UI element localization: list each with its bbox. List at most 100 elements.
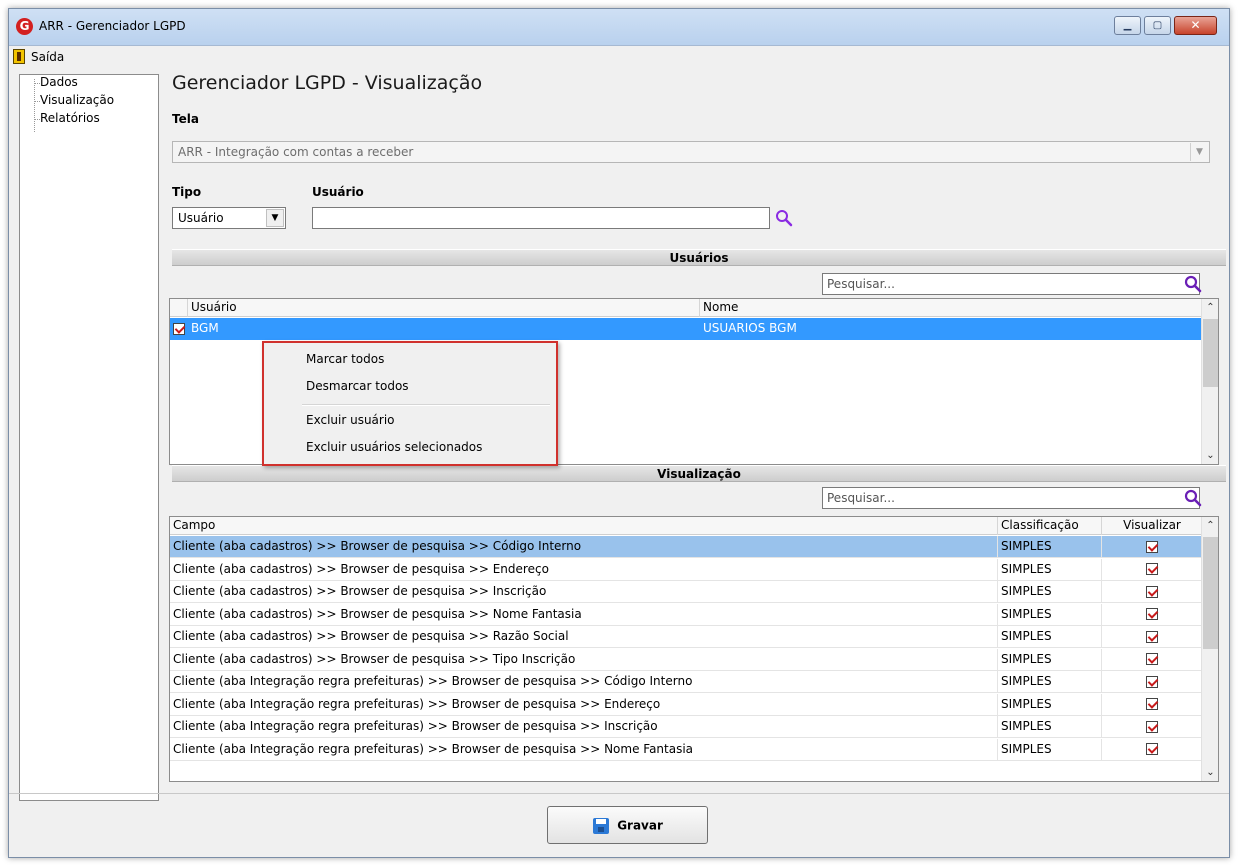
users-section-header: Usuários xyxy=(172,249,1226,266)
header-classificacao[interactable]: Classificação xyxy=(998,517,1102,535)
visualizar-checkbox[interactable] xyxy=(1146,653,1158,665)
exit-door-icon[interactable] xyxy=(13,49,25,64)
header-check-col xyxy=(170,299,188,317)
visualizar-checkbox[interactable] xyxy=(1146,720,1158,733)
menu-item-unmark-all[interactable]: Desmarcar todos xyxy=(306,379,409,393)
cell-classificacao: SIMPLES xyxy=(998,738,1102,761)
scroll-thumb[interactable] xyxy=(1203,319,1218,387)
header-visualizar[interactable]: Visualizar xyxy=(1102,517,1203,535)
menu-item-exit[interactable]: Saída xyxy=(31,50,64,64)
page-title: Gerenciador LGPD - Visualização xyxy=(172,72,483,94)
cell-visualizar[interactable] xyxy=(1102,581,1203,603)
cell-usuario: BGM xyxy=(188,318,700,340)
cell-campo: Cliente (aba Integração regra prefeitura… xyxy=(170,693,998,716)
table-row[interactable]: Cliente (aba cadastros) >> Browser de pe… xyxy=(170,648,1203,671)
cell-visualizar[interactable] xyxy=(1102,536,1203,558)
table-row[interactable]: Cliente (aba Integração regra prefeitura… xyxy=(170,716,1203,738)
visualizar-checkbox[interactable] xyxy=(1146,698,1158,710)
app-logo-icon: G xyxy=(16,18,33,35)
visualizar-checkbox[interactable] xyxy=(1146,563,1158,575)
cell-campo: Cliente (aba cadastros) >> Browser de pe… xyxy=(170,626,998,648)
cell-visualizar[interactable] xyxy=(1102,558,1203,581)
menu-separator xyxy=(302,404,550,406)
save-button[interactable]: Gravar xyxy=(547,806,708,844)
scroll-up-icon[interactable]: ⌃ xyxy=(1202,517,1218,534)
visualizar-checkbox[interactable] xyxy=(1146,608,1158,620)
scroll-down-icon[interactable]: ⌄ xyxy=(1202,447,1218,464)
header-usuario[interactable]: Usuário xyxy=(188,299,700,317)
app-window: G ARR - Gerenciador LGPD ▁ ▢ ✕ Saída Dad… xyxy=(8,8,1230,858)
tipo-select-value: Usuário xyxy=(178,211,224,225)
users-scrollbar[interactable]: ⌃ ⌄ xyxy=(1201,299,1218,464)
usuario-input[interactable] xyxy=(312,207,770,229)
cell-classificacao: SIMPLES xyxy=(998,648,1102,671)
tipo-select[interactable]: Usuário ▼ xyxy=(172,207,286,229)
menu-item-delete-selected-users[interactable]: Excluir usuários selecionados xyxy=(306,440,482,454)
nav-item-visualizacao[interactable]: Visualização xyxy=(34,93,114,109)
nav-item-relatorios[interactable]: Relatórios xyxy=(34,111,100,127)
visualizar-checkbox[interactable] xyxy=(1146,585,1158,598)
scroll-down-icon[interactable]: ⌄ xyxy=(1202,764,1218,781)
table-row[interactable]: Cliente (aba Integração regra prefeitura… xyxy=(170,738,1203,761)
table-row[interactable]: Cliente (aba cadastros) >> Browser de pe… xyxy=(170,626,1203,648)
cell-campo: Cliente (aba Integração regra prefeitura… xyxy=(170,671,998,693)
menu-item-delete-user[interactable]: Excluir usuário xyxy=(306,413,395,427)
cell-campo: Cliente (aba Integração regra prefeitura… xyxy=(170,716,998,738)
visualizar-checkbox[interactable] xyxy=(1146,540,1158,553)
search-icon[interactable] xyxy=(1184,489,1202,507)
view-table-header: Campo Classificação Visualizar xyxy=(170,517,1203,535)
visualizar-checkbox[interactable] xyxy=(1146,630,1158,643)
cell-campo: Cliente (aba cadastros) >> Browser de pe… xyxy=(170,558,998,581)
header-nome[interactable]: Nome xyxy=(700,299,1203,317)
cell-classificacao: SIMPLES xyxy=(998,626,1102,648)
maximize-button[interactable]: ▢ xyxy=(1144,16,1171,35)
cell-classificacao: SIMPLES xyxy=(998,716,1102,738)
cell-visualizar[interactable] xyxy=(1102,626,1203,648)
nav-tree: Dados Visualização Relatórios xyxy=(19,74,159,801)
cell-visualizar[interactable] xyxy=(1102,671,1203,693)
cell-visualizar[interactable] xyxy=(1102,738,1203,761)
tipo-label: Tipo xyxy=(172,185,202,199)
cell-visualizar[interactable] xyxy=(1102,716,1203,738)
nav-item-dados[interactable]: Dados xyxy=(34,75,78,91)
table-row[interactable]: Cliente (aba Integração regra prefeitura… xyxy=(170,693,1203,716)
title-bar[interactable]: G ARR - Gerenciador LGPD ▁ ▢ ✕ xyxy=(9,9,1229,46)
header-campo[interactable]: Campo xyxy=(170,517,998,535)
search-icon[interactable] xyxy=(775,209,793,227)
table-row[interactable]: BGM USUARIOS BGM xyxy=(170,318,1203,340)
users-search-input[interactable]: Pesquisar... xyxy=(822,273,1200,295)
minimize-button[interactable]: ▁ xyxy=(1114,16,1141,35)
cell-classificacao: SIMPLES xyxy=(998,603,1102,626)
row-checkbox[interactable] xyxy=(173,322,185,335)
close-button[interactable]: ✕ xyxy=(1174,16,1217,35)
view-table: Campo Classificação Visualizar Cliente (… xyxy=(169,516,1219,782)
search-icon[interactable] xyxy=(1184,275,1202,293)
table-row[interactable]: Cliente (aba cadastros) >> Browser de pe… xyxy=(170,581,1203,603)
cell-visualizar[interactable] xyxy=(1102,603,1203,626)
row-checkbox-cell[interactable] xyxy=(170,318,188,340)
view-search-placeholder: Pesquisar... xyxy=(827,491,895,505)
window-controls: ▁ ▢ ✕ xyxy=(1114,16,1217,35)
table-row[interactable]: Cliente (aba cadastros) >> Browser de pe… xyxy=(170,558,1203,581)
cell-campo: Cliente (aba cadastros) >> Browser de pe… xyxy=(170,581,998,603)
visualizar-checkbox[interactable] xyxy=(1146,743,1158,755)
visualizar-checkbox[interactable] xyxy=(1146,675,1158,688)
footer-divider xyxy=(9,793,1229,794)
cell-visualizar[interactable] xyxy=(1102,693,1203,716)
view-scrollbar[interactable]: ⌃ ⌄ xyxy=(1201,517,1218,781)
scroll-thumb[interactable] xyxy=(1203,537,1218,649)
floppy-disk-icon xyxy=(593,818,609,834)
scroll-up-icon[interactable]: ⌃ xyxy=(1202,299,1218,316)
tela-select[interactable]: ARR - Integração com contas a receber ▼ xyxy=(172,141,1210,163)
menu-item-mark-all[interactable]: Marcar todos xyxy=(306,352,384,366)
cell-campo: Cliente (aba cadastros) >> Browser de pe… xyxy=(170,536,998,558)
table-row[interactable]: Cliente (aba cadastros) >> Browser de pe… xyxy=(170,536,1203,558)
view-search-input[interactable]: Pesquisar... xyxy=(822,487,1200,509)
table-row[interactable]: Cliente (aba cadastros) >> Browser de pe… xyxy=(170,603,1203,626)
table-row[interactable]: Cliente (aba Integração regra prefeitura… xyxy=(170,671,1203,693)
usuario-label: Usuário xyxy=(312,185,364,199)
cell-campo: Cliente (aba cadastros) >> Browser de pe… xyxy=(170,648,998,671)
tela-label: Tela xyxy=(172,112,199,126)
cell-campo: Cliente (aba cadastros) >> Browser de pe… xyxy=(170,603,998,626)
cell-visualizar[interactable] xyxy=(1102,648,1203,671)
